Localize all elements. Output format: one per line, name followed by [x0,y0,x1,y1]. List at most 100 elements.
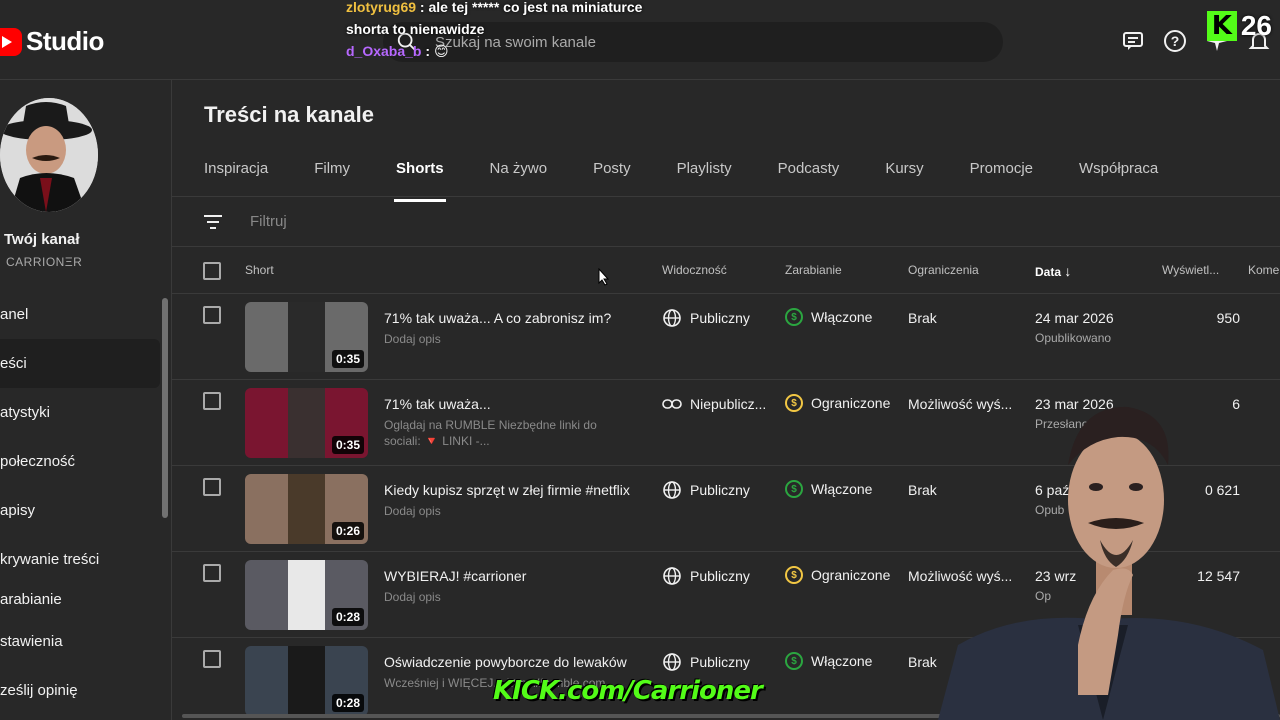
chat-message: : [425,43,431,59]
sidebar-item-content-detection[interactable]: krywanie treści [0,535,160,584]
visibility-cell[interactable]: Publiczny [662,652,750,672]
monetization-cell[interactable]: $ Ograniczone [785,566,890,584]
video-thumbnail[interactable]: 0:26 [245,474,368,544]
help-icon[interactable]: ? [1162,28,1188,54]
monetization-label: Włączone [811,481,873,497]
duration-badge: 0:28 [331,608,364,626]
channel-label: Twój kanał [4,231,80,248]
column-header-short[interactable]: Short [245,263,274,277]
sidebar-item-send-feedback[interactable]: ześlij opinię [0,666,160,715]
date-cell: 24 mar 2026 [1035,310,1114,326]
tab-collaboration[interactable]: Współpraca [1079,150,1158,196]
duration-badge: 0:35 [331,350,364,368]
column-header-comments[interactable]: Kome [1248,263,1279,277]
video-title[interactable]: 71% tak uważa... [384,396,491,412]
viewer-count: 26 [1240,10,1272,41]
kick-logo: K [1206,11,1237,41]
globe-icon [663,481,681,499]
tab-live[interactable]: Na żywo [490,150,548,196]
row-checkbox[interactable] [203,306,221,324]
video-title[interactable]: Kiedy kupisz sprzęt w złej firmie #netfl… [384,482,630,498]
streamer-webcam-overlay [928,395,1280,720]
tab-courses[interactable]: Kursy [885,150,923,196]
logo-text: Studio [26,26,104,56]
row-checkbox[interactable] [203,650,221,668]
dollar-icon: $ [785,652,803,670]
channel-avatar[interactable] [0,98,98,212]
dollar-icon: $ [785,394,803,412]
sidebar-item-community[interactable]: połeczność [0,437,160,486]
tab-promotions[interactable]: Promocje [970,150,1033,196]
sidebar-item-subtitles[interactable]: apisy [0,486,160,535]
select-all-checkbox[interactable] [203,262,221,280]
tab-posts[interactable]: Posty [593,150,631,196]
video-title[interactable]: WYBIERAJ! #carrioner [384,568,526,584]
tab-playlists[interactable]: Playlisty [677,150,732,196]
table-row[interactable]: 0:35 71% tak uważa... A co zabronisz im?… [172,294,1280,380]
monetization-cell[interactable]: $ Włączone [785,652,872,670]
sidebar-item-analytics[interactable]: atystyki [0,388,160,437]
studio-logo[interactable]: Studio [0,26,104,57]
visibility-cell[interactable]: Niepublicz... [662,394,766,414]
filter-input[interactable] [250,213,449,230]
sidebar-item-settings[interactable]: stawienia [0,617,160,666]
duration-badge: 0:26 [331,522,364,540]
views-cell: 950 [1216,310,1240,326]
emoji-icon: 😊 [433,43,449,59]
visibility-label: Publiczny [690,310,750,326]
monetization-cell[interactable]: $ Włączone [785,480,872,498]
monetization-label: Ograniczone [811,567,891,583]
video-title[interactable]: 71% tak uważa... A co zabronisz im? [384,310,611,326]
duration-badge: 0:35 [331,436,364,454]
globe-icon [663,567,681,585]
video-thumbnail[interactable]: 0:28 [245,560,368,630]
video-thumbnail[interactable]: 0:35 [245,302,368,372]
video-description: Dodaj opis [384,504,441,518]
tab-inspiration[interactable]: Inspiracja [204,150,268,196]
sidebar-scrollbar[interactable] [162,298,168,518]
chat-username: d_Oxaba_b [346,43,422,59]
visibility-cell[interactable]: Publiczny [662,480,750,500]
feedback-icon[interactable] [1120,28,1146,54]
thumbnail-image [288,474,325,544]
tab-videos[interactable]: Filmy [314,150,350,196]
sidebar-item-content[interactable]: eści [0,339,160,388]
sidebar: Twój kanał CARRIONΞR anel eści atystyki … [0,80,172,720]
monetization-label: Włączone [811,309,873,325]
globe-icon [663,309,681,327]
column-header-visibility[interactable]: Widoczność [662,263,727,277]
sort-arrow-down-icon: ↓ [1064,263,1072,279]
tab-podcasts[interactable]: Podcasty [778,150,840,196]
row-checkbox[interactable] [203,564,221,582]
column-header-restrictions[interactable]: Ograniczenia [908,263,979,277]
video-title[interactable]: Oświadczenie powyborcze do lewaków [384,654,627,670]
sidebar-nav: anel eści atystyki połeczność apisy kryw… [0,290,160,614]
column-header-date[interactable]: Data ↓ [1035,263,1071,279]
sidebar-item-monetization[interactable]: arabianie [0,584,160,614]
visibility-cell[interactable]: Publiczny [662,308,750,328]
visibility-label: Niepublicz... [690,396,767,412]
restrictions-cell: Brak [908,310,937,326]
monetization-label: Włączone [811,653,873,669]
column-header-views[interactable]: Wyświetl... [1162,263,1219,277]
column-header-monetization[interactable]: Zarabianie [785,263,842,277]
video-thumbnail[interactable]: 0:35 [245,388,368,458]
stream-chat-overlay: zlotyrug69 : ale tej ***** co jest na mi… [346,0,642,62]
dollar-icon: $ [785,308,803,326]
visibility-cell[interactable]: Publiczny [662,566,750,586]
tab-shorts[interactable]: Shorts [394,150,446,202]
monetization-label: Ograniczone [811,395,891,411]
date-status: Opublikowano [1035,331,1112,345]
kick-url-overlay: KICK.com/Carrioner [493,676,763,706]
monetization-cell[interactable]: $ Ograniczone [785,394,890,412]
link-icon [662,399,682,409]
dollar-icon: $ [785,480,803,498]
monetization-cell[interactable]: $ Włączone [785,308,872,326]
sidebar-item-panel[interactable]: anel [0,290,160,339]
row-checkbox[interactable] [203,392,221,410]
row-checkbox[interactable] [203,478,221,496]
filter-icon[interactable] [202,211,224,233]
duration-badge: 0:28 [331,694,364,712]
sidebar-bottom-nav: stawienia ześlij opinię [0,617,160,715]
video-thumbnail[interactable]: 0:28 [245,646,368,716]
